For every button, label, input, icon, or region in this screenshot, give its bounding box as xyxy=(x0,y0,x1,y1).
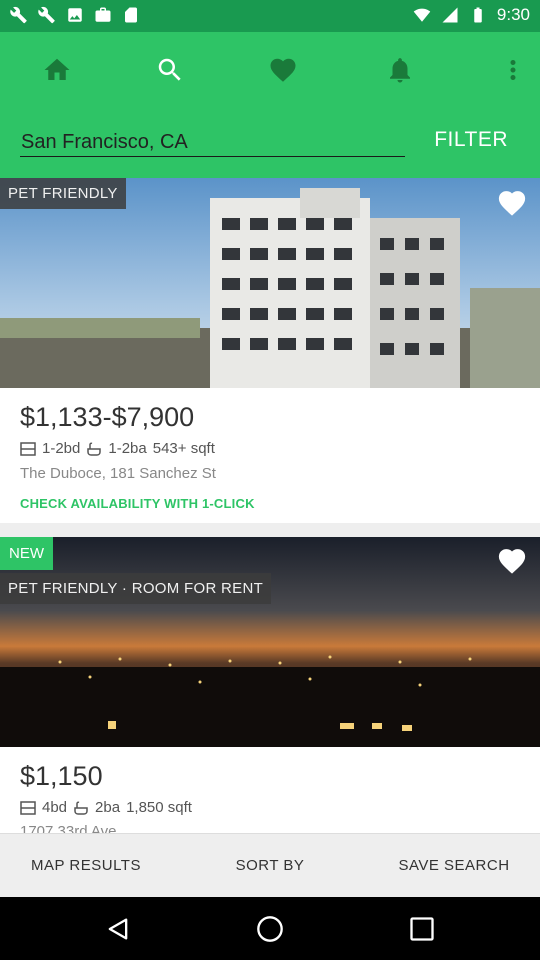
more-vert-icon[interactable] xyxy=(493,52,533,88)
filter-button[interactable]: FILTER xyxy=(434,128,508,152)
bell-icon[interactable] xyxy=(380,52,420,88)
new-badge: NEW xyxy=(0,537,53,570)
pet-friendly-tag: PET FRIENDLY · ROOM FOR RENT xyxy=(0,573,272,604)
sd-card-icon xyxy=(125,7,137,23)
listing-card[interactable]: PET FRIENDLY $1,133-$7,900 1-2bd 1-2ba 5… xyxy=(0,178,540,523)
map-results-button[interactable]: MAP RESULTS xyxy=(0,834,172,898)
recents-icon[interactable] xyxy=(408,915,436,943)
status-bar: 9:30 xyxy=(0,0,540,32)
listing-photo[interactable]: PET FRIENDLY xyxy=(0,178,540,388)
status-time: 9:30 xyxy=(496,5,530,24)
app-bar: FILTER xyxy=(0,32,540,178)
sort-by-button[interactable]: SORT BY xyxy=(184,834,356,898)
location-search-row: FILTER xyxy=(0,128,540,178)
save-search-button[interactable]: SAVE SEARCH xyxy=(368,834,540,898)
listing-price: $1,133-$7,900 xyxy=(20,402,195,432)
bath-icon xyxy=(87,442,102,456)
sqft-value: 1,850 sqft xyxy=(126,799,192,816)
location-input[interactable] xyxy=(20,128,405,157)
battery-icon xyxy=(474,7,482,23)
bottom-action-bar: MAP RESULTS SORT BY SAVE SEARCH xyxy=(0,833,540,898)
listing-card[interactable]: NEW PET FRIENDLY · ROOM FOR RENT $1,150 … xyxy=(0,537,540,833)
bed-icon xyxy=(20,441,36,456)
home-icon[interactable] xyxy=(37,52,77,88)
listing-photo[interactable]: NEW PET FRIENDLY · ROOM FOR RENT xyxy=(0,537,540,747)
baths-value: 2ba xyxy=(95,799,121,816)
listing-list[interactable]: PET FRIENDLY $1,133-$7,900 1-2bd 1-2ba 5… xyxy=(0,178,540,833)
listing-address: 1707 33rd Ave xyxy=(20,823,117,833)
listing-specs: 1-2bd 1-2ba 543+ sqft xyxy=(20,440,215,457)
home-nav-icon[interactable] xyxy=(256,915,284,943)
bed-icon xyxy=(20,800,36,815)
wrench-icon xyxy=(38,6,55,24)
pet-friendly-tag: PET FRIENDLY xyxy=(0,178,126,209)
image-icon xyxy=(68,8,82,22)
listing-specs: 4bd 2ba 1,850 sqft xyxy=(20,799,192,816)
wrench-icon xyxy=(10,6,27,24)
back-icon[interactable] xyxy=(104,915,132,943)
bath-icon xyxy=(74,801,88,815)
briefcase-icon xyxy=(95,7,111,22)
system-nav-bar xyxy=(0,897,540,960)
signal-icon xyxy=(442,7,458,23)
listing-address: The Duboce, 181 Sanchez St xyxy=(20,465,216,482)
check-availability-link[interactable]: CHECK AVAILABILITY WITH 1-CLICK xyxy=(20,496,255,511)
beds-value: 4bd xyxy=(42,799,68,816)
wifi-icon xyxy=(413,8,431,22)
favorite-icon[interactable] xyxy=(496,188,528,218)
beds-value: 1-2bd xyxy=(42,440,81,457)
baths-value: 1-2ba xyxy=(108,440,147,457)
listing-price: $1,150 xyxy=(20,761,103,791)
search-icon[interactable] xyxy=(150,52,190,88)
heart-icon[interactable] xyxy=(263,52,303,88)
sqft-value: 543+ sqft xyxy=(152,440,215,457)
favorite-icon[interactable] xyxy=(496,546,528,576)
